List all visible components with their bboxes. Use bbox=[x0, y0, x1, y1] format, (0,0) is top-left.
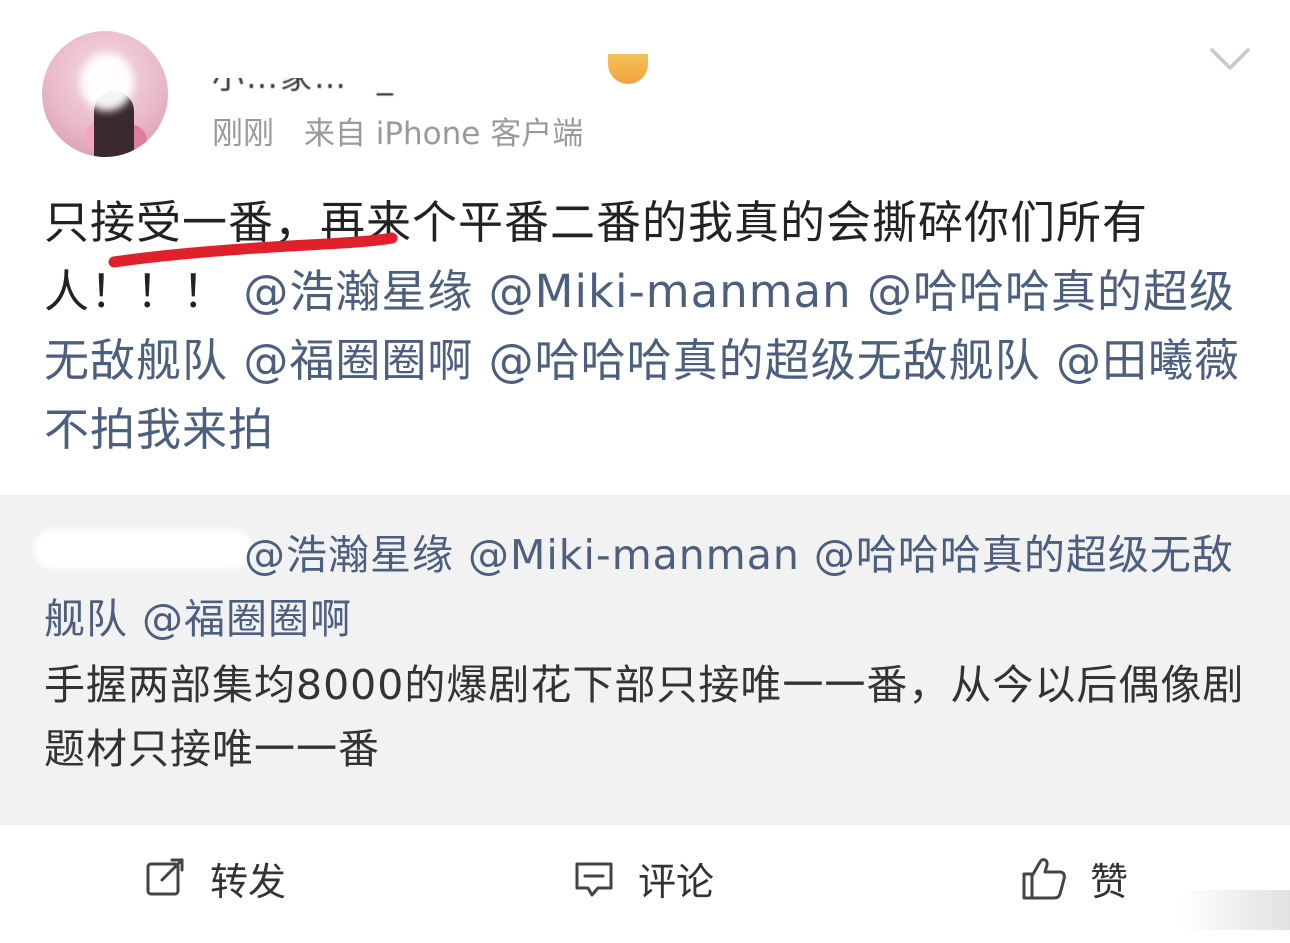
reposted-post[interactable]: @浩瀚星缘 @Miki-manman @哈哈哈真的超级无敌舰队 @福圈圈啊 手握… bbox=[0, 495, 1290, 825]
username-redaction bbox=[206, 40, 626, 78]
watermark-overlay bbox=[1180, 890, 1290, 930]
mention-link[interactable]: @Miki-manman bbox=[489, 265, 852, 318]
repost-label: 转发 bbox=[210, 859, 287, 904]
weibo-post-card: 小…家…^_^ 刚刚 来自 iPhone 客户端 只接受一番，再来个平番二番的我… bbox=[0, 0, 1290, 943]
comment-button[interactable]: 评论 bbox=[572, 853, 715, 904]
avatar[interactable] bbox=[42, 31, 168, 157]
action-bar: 转发 评论 赞 bbox=[0, 825, 1290, 943]
username[interactable]: 小…家…^_^ bbox=[206, 40, 642, 96]
post-meta: 刚刚 来自 iPhone 客户端 bbox=[212, 108, 583, 153]
comment-label: 评论 bbox=[638, 859, 715, 904]
repost-mentions[interactable]: @浩瀚星缘 @Miki-manman @哈哈哈真的超级无敌舰队 @福圈圈啊 bbox=[44, 523, 1244, 651]
like-button[interactable]: 赞 bbox=[1020, 853, 1129, 904]
chat-bubble-icon bbox=[575, 862, 613, 897]
thumbs-up-icon bbox=[1022, 858, 1066, 900]
post-time: 刚刚 bbox=[212, 116, 274, 152]
repost-button[interactable]: 转发 bbox=[144, 853, 287, 904]
like-label: 赞 bbox=[1090, 859, 1129, 904]
mention-link[interactable]: @哈哈哈真的超级无敌舰队 bbox=[489, 334, 1041, 387]
chevron-down-icon[interactable] bbox=[1208, 44, 1252, 74]
post-source: 来自 iPhone 客户端 bbox=[303, 116, 584, 152]
mention-link[interactable]: @浩瀚星缘 bbox=[243, 265, 473, 318]
repost-text: 手握两部集均8000的爆剧花下部只接唯一一番，从今以后偶像剧题材只接唯一一番 bbox=[44, 661, 1245, 773]
mention-link[interactable]: @福圈圈啊 bbox=[243, 334, 473, 387]
avatar-face-blur bbox=[80, 53, 134, 111]
edit-arrow-icon bbox=[146, 858, 184, 896]
post-content: 只接受一番，再来个平番二番的我真的会撕碎你们所有人！！！ @浩瀚星缘 @Miki… bbox=[44, 188, 1244, 464]
